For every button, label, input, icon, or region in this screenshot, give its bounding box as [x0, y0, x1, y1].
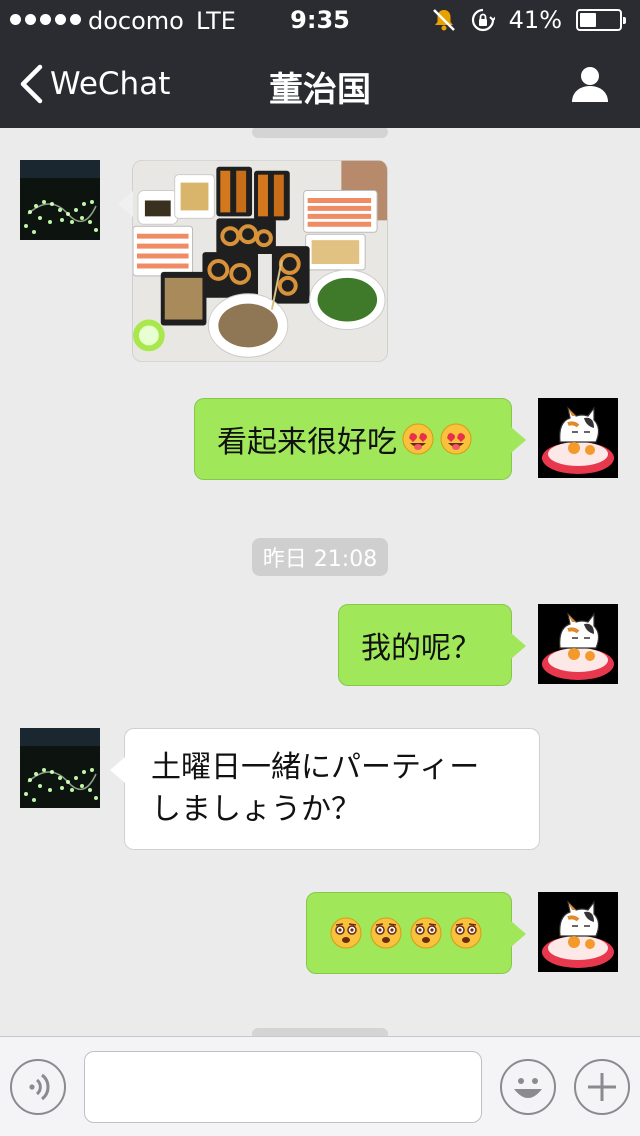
outgoing-message[interactable]: 我的呢？ — [338, 604, 526, 686]
emoji-picker-button[interactable] — [500, 1059, 556, 1115]
incoming-message[interactable]: 土曜日一緒にパーティー しましょうか？ — [110, 728, 540, 850]
dizzy-face-emoji — [369, 916, 403, 950]
rotation-lock-icon — [471, 8, 495, 32]
chat-history[interactable]: 看起来很好吃 昨日 21:08 我的呢？ 土曜日一緒にパーティー しましょうか？ — [0, 128, 640, 1036]
voice-input-button[interactable] — [10, 1059, 66, 1115]
voice-icon — [29, 1073, 50, 1101]
top-bar: docomo LTE 9:35 41% WeChat 董治国 — [0, 0, 640, 128]
input-toolbar — [0, 1036, 640, 1136]
message-text: 我的呢？ — [361, 631, 481, 666]
plus-icon — [588, 1073, 616, 1101]
battery-percent: 41% — [508, 6, 562, 34]
battery-icon — [576, 9, 626, 31]
timestamp-pill-partial — [252, 1028, 388, 1036]
user-avatar[interactable] — [538, 398, 618, 478]
heart-eyes-tongue-emoji — [439, 422, 473, 456]
contact-avatar[interactable] — [20, 160, 100, 240]
outgoing-message[interactable]: 看起来很好吃 — [194, 398, 526, 480]
message-text: 土曜日一緒にパーティー しましょうか？ — [151, 750, 480, 827]
message-input[interactable] — [84, 1051, 482, 1123]
profile-icon[interactable] — [570, 64, 610, 104]
heart-eyes-tongue-emoji — [401, 422, 435, 456]
food-platters-photo — [133, 160, 387, 362]
chat-title: 董治国 — [269, 70, 371, 110]
outgoing-message[interactable] — [306, 892, 526, 974]
battery-level — [580, 13, 596, 27]
dizzy-face-emoji — [409, 916, 443, 950]
navigation-bar: WeChat 董治国 — [0, 40, 640, 128]
mute-bell-icon — [432, 9, 455, 31]
dizzy-face-emoji — [449, 916, 483, 950]
timestamp-pill-partial — [252, 128, 388, 138]
user-avatar[interactable] — [538, 892, 618, 972]
emoji-icon — [514, 1078, 542, 1098]
dizzy-face-emoji — [329, 916, 363, 950]
status-bar: docomo LTE 9:35 41% — [0, 0, 640, 40]
image-message[interactable] — [118, 160, 388, 362]
timestamp-pill: 昨日 21:08 — [252, 538, 388, 576]
message-text: 看起来很好吃 — [217, 425, 397, 460]
contact-avatar[interactable] — [20, 728, 100, 808]
user-avatar[interactable] — [538, 604, 618, 684]
more-options-button[interactable] — [574, 1059, 630, 1115]
